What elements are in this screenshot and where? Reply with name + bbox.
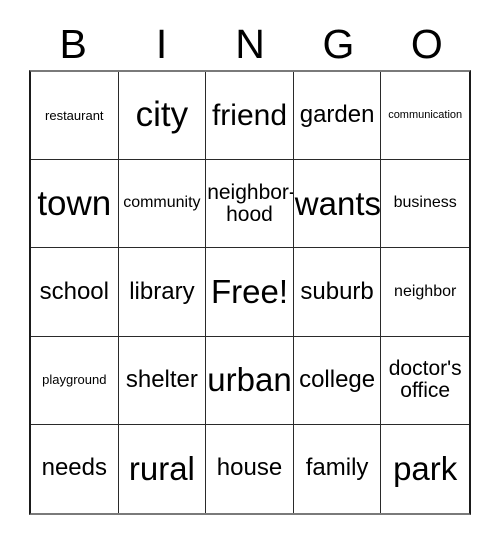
bingo-cell[interactable]: doctor's office bbox=[381, 336, 469, 425]
bingo-cell-label: park bbox=[393, 449, 458, 487]
bingo-cell-label: garden bbox=[299, 101, 375, 129]
bingo-cell[interactable]: playground bbox=[31, 336, 119, 425]
header-letter-b: B bbox=[59, 20, 87, 67]
bingo-cell-label: library bbox=[129, 277, 195, 305]
bingo-cell-label: wants bbox=[294, 184, 382, 222]
bingo-cell-label: needs bbox=[41, 454, 107, 482]
header-letter-i: I bbox=[155, 20, 168, 67]
bingo-cell[interactable]: business bbox=[381, 160, 469, 249]
header-letter-n: N bbox=[235, 20, 265, 67]
bingo-cell[interactable]: Free! bbox=[206, 248, 294, 337]
bingo-cell[interactable]: house bbox=[206, 424, 294, 513]
bingo-cell-label: neighbor- hood bbox=[207, 180, 294, 226]
bingo-cell-label: Free! bbox=[210, 272, 288, 310]
bingo-cell[interactable]: town bbox=[31, 160, 119, 249]
bingo-cell-label: family bbox=[305, 454, 369, 482]
bingo-cell[interactable]: neighbor- hood bbox=[206, 160, 294, 249]
bingo-cell[interactable]: friend bbox=[206, 72, 294, 161]
bingo-cell-label: friend bbox=[211, 99, 288, 132]
bingo-cell[interactable]: urban bbox=[206, 336, 294, 425]
bingo-cell[interactable]: library bbox=[118, 248, 207, 337]
bingo-cell[interactable]: school bbox=[31, 248, 119, 337]
bingo-cell-label: school bbox=[39, 277, 109, 305]
bingo-header: B I N G O bbox=[29, 18, 471, 70]
bingo-cell[interactable]: park bbox=[381, 424, 469, 513]
bingo-cell-label: community bbox=[123, 194, 201, 212]
bingo-cell[interactable]: shelter bbox=[118, 336, 207, 425]
bingo-cell[interactable]: city bbox=[118, 72, 207, 161]
bingo-cell[interactable]: restaurant bbox=[31, 72, 119, 161]
bingo-cell-label: suburb bbox=[300, 277, 374, 305]
bingo-cell[interactable]: garden bbox=[293, 72, 382, 161]
bingo-cell-label: restaurant bbox=[45, 107, 104, 123]
bingo-cell[interactable]: wants bbox=[293, 160, 382, 249]
bingo-cell[interactable]: neighbor bbox=[381, 248, 469, 337]
bingo-cell-label: shelter bbox=[125, 365, 198, 393]
bingo-cell-label: city bbox=[135, 95, 189, 135]
header-letter-g: G bbox=[322, 20, 355, 67]
bingo-card: B I N G O restaurant city friend garden comm… bbox=[0, 0, 500, 544]
bingo-cell-label: neighbor bbox=[394, 282, 457, 300]
bingo-cell-label: urban bbox=[207, 361, 292, 399]
bingo-cell-label: business bbox=[393, 194, 457, 212]
bingo-cell-label: playground bbox=[42, 372, 107, 388]
bingo-cell[interactable]: communication bbox=[381, 72, 469, 161]
bingo-cell-label: rural bbox=[128, 449, 195, 487]
bingo-cell-label: college bbox=[299, 365, 376, 393]
bingo-cell-label: town bbox=[37, 183, 112, 223]
bingo-cell-label: house bbox=[216, 454, 283, 482]
bingo-cell[interactable]: suburb bbox=[293, 248, 382, 337]
bingo-cell[interactable]: college bbox=[293, 336, 382, 425]
bingo-cell[interactable]: rural bbox=[118, 424, 207, 513]
bingo-cell-label: doctor's office bbox=[388, 357, 462, 403]
bingo-cell[interactable]: needs bbox=[31, 424, 119, 513]
bingo-cell-label: communication bbox=[388, 108, 463, 121]
header-letter-o: O bbox=[410, 20, 443, 67]
bingo-grid: restaurant city friend garden communication t… bbox=[29, 70, 471, 515]
bingo-cell[interactable]: family bbox=[293, 424, 382, 513]
bingo-cell[interactable]: community bbox=[118, 160, 207, 249]
